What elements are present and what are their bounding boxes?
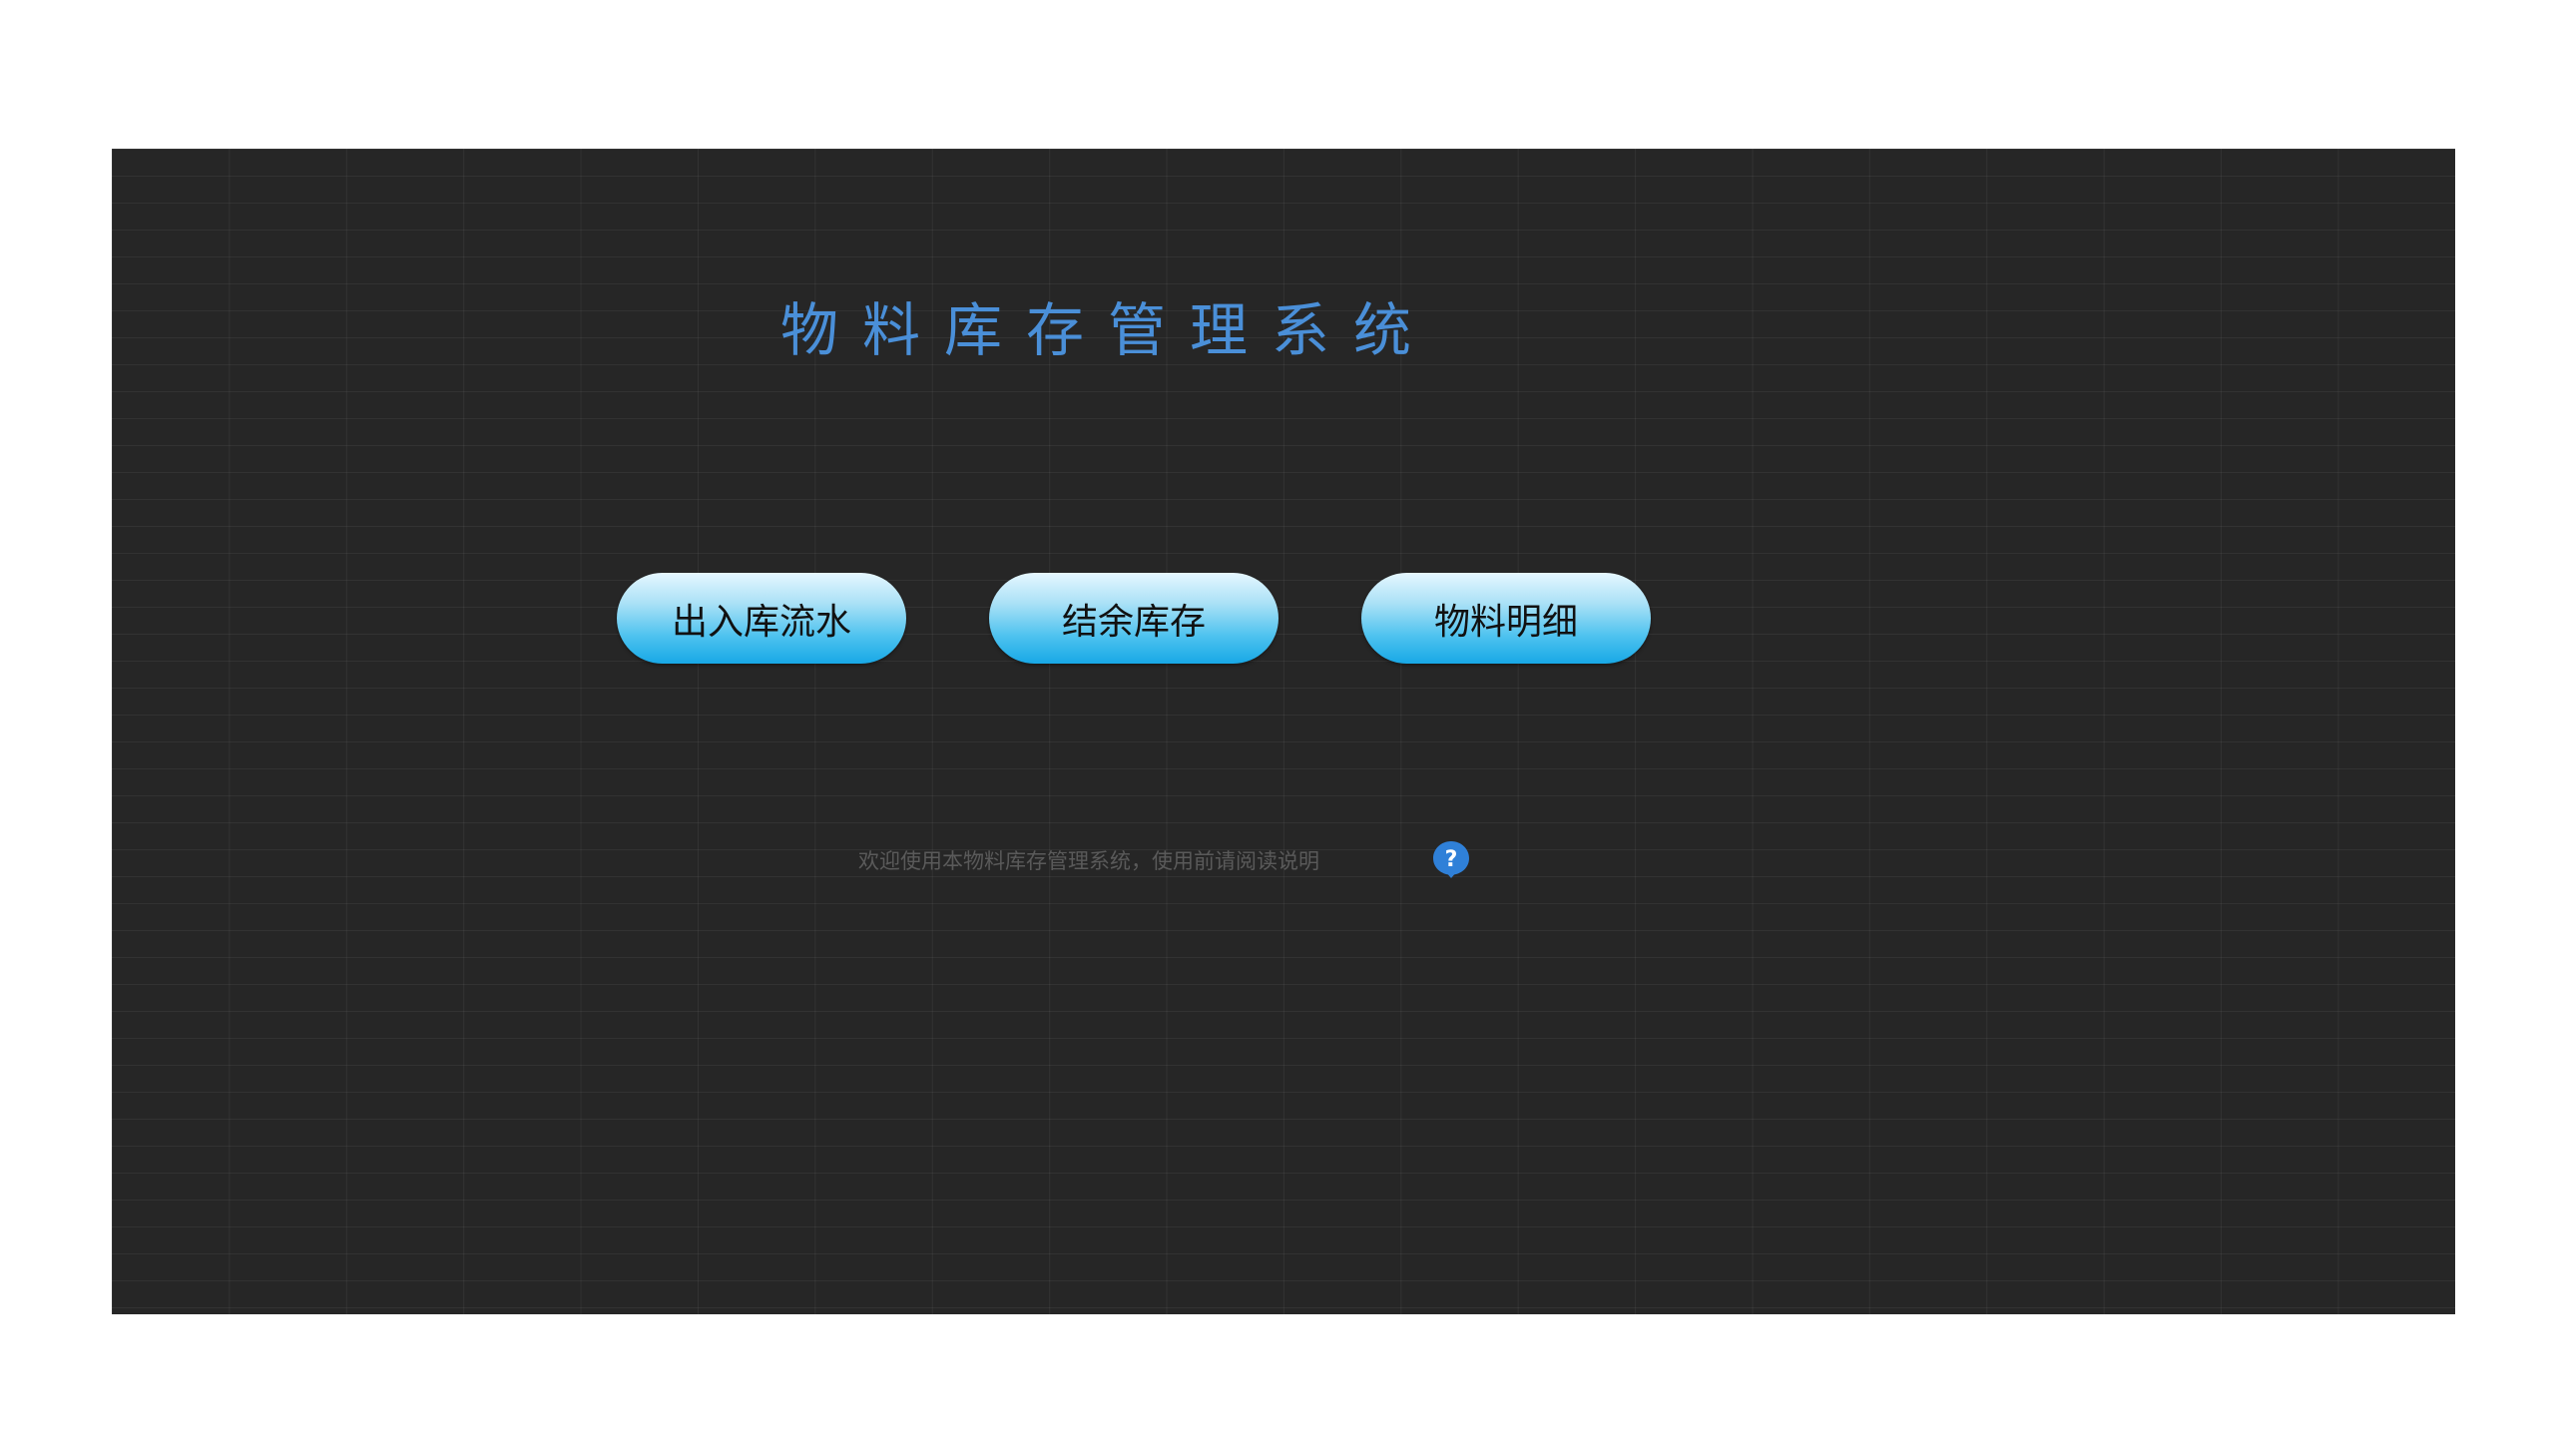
stock-flow-button[interactable]: 出入库流水 (617, 573, 906, 664)
page-title: 物料库存管理系统 (780, 296, 1436, 364)
material-details-button[interactable]: 物料明细 (1361, 573, 1651, 664)
svg-text:?: ? (1445, 847, 1458, 872)
dashboard-sheet: 物料库存管理系统 出入库流水 结余库存 物料明细 欢迎使用本物料库存管理系统，使… (112, 149, 2455, 1314)
welcome-text: 欢迎使用本物料库存管理系统，使用前请阅读说明 (858, 849, 1319, 873)
remaining-stock-button[interactable]: 结余库存 (989, 573, 1278, 664)
question-mark-icon[interactable]: ? (1431, 839, 1471, 879)
